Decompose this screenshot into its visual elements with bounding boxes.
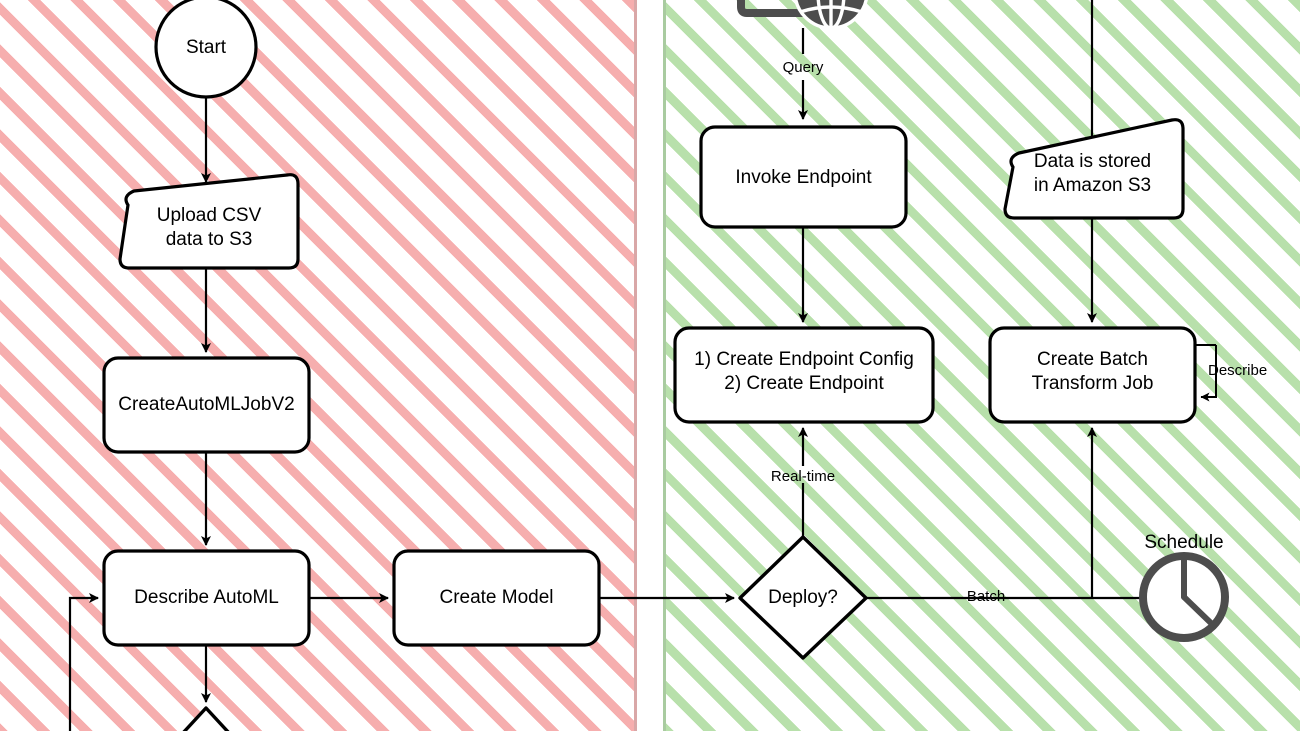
edge-loop-to-describe [68,593,99,731]
node-deploy-decision[interactable] [738,535,868,660]
node-describe-automl[interactable] [102,549,311,647]
diagram-canvas: Start Upload CSV data to S3 CreateAutoML… [0,0,1300,731]
edge-describe-loop [1200,345,1217,402]
node-upload-csv[interactable] [118,173,300,270]
node-invoke-endpoint[interactable] [699,125,908,229]
schedule-clock-icon [1139,552,1229,642]
node-data-stored-s3[interactable] [1003,118,1185,220]
node-create-endpoint[interactable] [673,326,935,424]
node-decision-bottom[interactable] [158,706,254,731]
node-create-automl-job[interactable] [102,356,311,454]
node-start[interactable] [154,0,258,99]
node-create-batch-transform[interactable] [988,326,1197,424]
client-app-icon [737,0,868,30]
node-create-model[interactable] [392,549,601,647]
diagram-graphics [68,0,1229,731]
